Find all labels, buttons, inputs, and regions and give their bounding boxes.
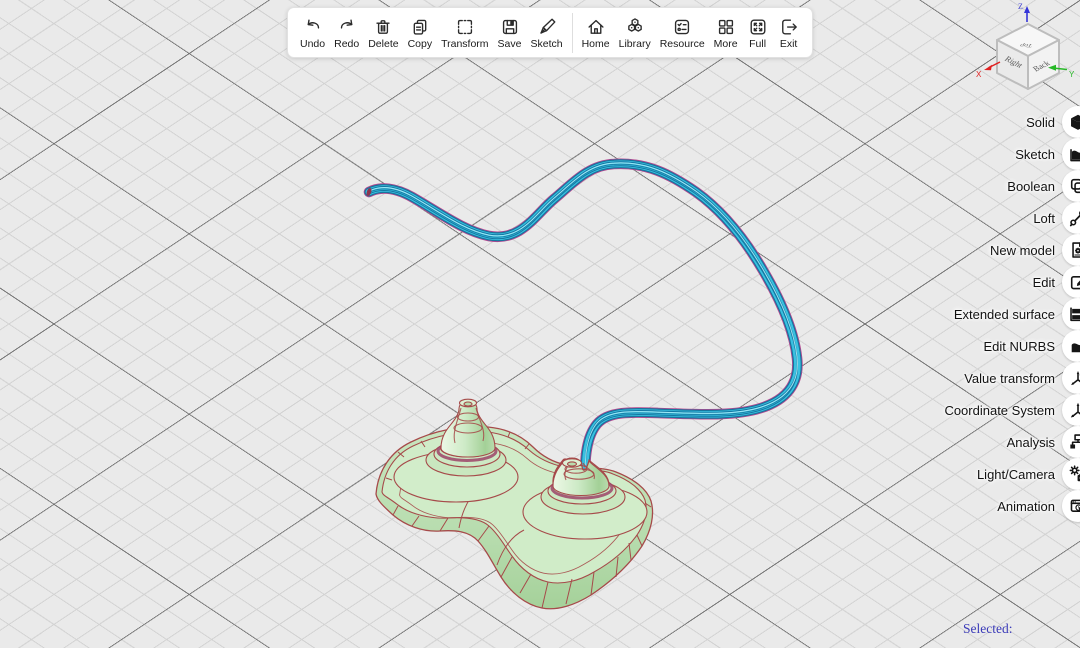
tool-label: Redo xyxy=(334,39,359,51)
trash-icon xyxy=(372,16,394,38)
sidebar-item-edit-nurbs[interactable]: Edit NURBS xyxy=(944,330,1080,362)
copy-button[interactable]: Copy xyxy=(405,16,436,51)
sidebar-item-label: New model xyxy=(990,243,1055,258)
value-transform-icon[interactable] xyxy=(1062,362,1080,394)
exit-button[interactable]: Exit xyxy=(775,16,803,51)
exit-icon xyxy=(778,16,800,38)
fullscreen-icon xyxy=(747,16,769,38)
sidebar-item-label: Value transform xyxy=(964,371,1055,386)
resource-button[interactable]: Resource xyxy=(657,16,708,51)
sidebar-item-label: Edit xyxy=(1033,275,1055,290)
sidebar-item-light-camera[interactable]: Light/Camera xyxy=(944,458,1080,490)
main-toolbar: Undo Redo Delete Copy Transform Save xyxy=(287,7,813,58)
tool-label: Home xyxy=(582,39,610,51)
undo-button[interactable]: Undo xyxy=(297,16,328,51)
sidebar-item-label: Extended surface xyxy=(954,307,1055,322)
tube-curve[interactable] xyxy=(366,162,798,480)
sidebar-item-extended-surface[interactable]: Extended surface xyxy=(944,298,1080,330)
new-model-icon[interactable] xyxy=(1062,234,1080,266)
animation-icon[interactable] xyxy=(1062,490,1080,522)
sidebar-item-label: Light/Camera xyxy=(977,467,1055,482)
analysis-icon[interactable] xyxy=(1062,426,1080,458)
sidebar-item-label: Loft xyxy=(1033,211,1055,226)
save-button[interactable]: Save xyxy=(495,16,525,51)
solid-cube-icon[interactable] xyxy=(1062,106,1080,138)
sidebar-item-analysis[interactable]: Analysis xyxy=(944,426,1080,458)
sidebar-item-new-model[interactable]: New model xyxy=(944,234,1080,266)
sidebar-item-sketch[interactable]: Sketch xyxy=(944,138,1080,170)
home-button[interactable]: Home xyxy=(579,16,613,51)
x-axis-arrow xyxy=(984,65,992,70)
home-icon xyxy=(585,16,607,38)
right-tool-rail: Solid Sketch Boolean Loft N xyxy=(944,106,1080,522)
sketch-pen-icon xyxy=(536,16,558,38)
more-grid-icon xyxy=(715,16,737,38)
tool-label: Copy xyxy=(408,39,433,51)
sidebar-item-solid[interactable]: Solid xyxy=(944,106,1080,138)
sidebar-item-label: Analysis xyxy=(1007,435,1055,450)
redo-button[interactable]: Redo xyxy=(331,16,362,51)
z-axis-arrow xyxy=(1024,6,1030,13)
toolbar-divider xyxy=(572,13,573,53)
tool-label: Transform xyxy=(441,39,488,51)
tool-label: Sketch xyxy=(530,39,562,51)
tool-label: More xyxy=(714,39,738,51)
sidebar-item-value-transform[interactable]: Value transform xyxy=(944,362,1080,394)
library-button[interactable]: Library xyxy=(616,16,654,51)
full-button[interactable]: Full xyxy=(744,16,772,51)
redo-icon xyxy=(336,16,358,38)
extended-surface-icon[interactable] xyxy=(1062,298,1080,330)
delete-button[interactable]: Delete xyxy=(365,16,401,51)
sidebar-item-label: Animation xyxy=(997,499,1055,514)
y-axis-label: Y xyxy=(1069,70,1075,79)
tool-label: Resource xyxy=(660,39,705,51)
sketch-surface-icon[interactable] xyxy=(1062,138,1080,170)
tool-label: Undo xyxy=(300,39,325,51)
sidebar-item-coordinate-system[interactable]: Coordinate System xyxy=(944,394,1080,426)
loft-path-icon[interactable] xyxy=(1062,202,1080,234)
library-cubes-icon xyxy=(624,16,646,38)
sidebar-item-edit[interactable]: Edit xyxy=(944,266,1080,298)
sidebar-item-label: Boolean xyxy=(1007,179,1055,194)
sketch-button[interactable]: Sketch xyxy=(527,16,565,51)
sidebar-item-boolean[interactable]: Boolean xyxy=(944,170,1080,202)
sidebar-item-label: Edit NURBS xyxy=(983,339,1055,354)
tool-label: Save xyxy=(498,39,522,51)
sidebar-item-animation[interactable]: Animation xyxy=(944,490,1080,522)
tool-label: Delete xyxy=(368,39,398,51)
selected-status-label: Selected: xyxy=(963,621,1012,637)
tool-label: Full xyxy=(749,39,766,51)
transform-button[interactable]: Transform xyxy=(438,16,491,51)
tool-label: Exit xyxy=(780,39,798,51)
sidebar-item-label: Coordinate System xyxy=(944,403,1055,418)
coordinate-system-icon[interactable] xyxy=(1062,394,1080,426)
sidebar-item-loft[interactable]: Loft xyxy=(944,202,1080,234)
view-cube[interactable]: Z Top Right Back X Y xyxy=(965,0,1080,92)
save-floppy-icon xyxy=(499,16,521,38)
resource-list-icon xyxy=(671,16,693,38)
x-axis-label: X xyxy=(976,70,982,79)
tool-label: Library xyxy=(619,39,651,51)
more-button[interactable]: More xyxy=(711,16,741,51)
viewport-grid[interactable] xyxy=(0,0,1080,648)
viewport-3d[interactable] xyxy=(0,0,1080,648)
edit-nurbs-icon[interactable] xyxy=(1062,330,1080,362)
undo-icon xyxy=(302,16,324,38)
sidebar-item-label: Solid xyxy=(1026,115,1055,130)
transform-icon xyxy=(454,16,476,38)
copy-icon xyxy=(409,16,431,38)
light-camera-icon[interactable] xyxy=(1062,458,1080,490)
sidebar-item-label: Sketch xyxy=(1015,147,1055,162)
edit-pencil-icon[interactable] xyxy=(1062,266,1080,298)
boolean-icon[interactable] xyxy=(1062,170,1080,202)
z-axis-label: Z xyxy=(1018,2,1023,11)
